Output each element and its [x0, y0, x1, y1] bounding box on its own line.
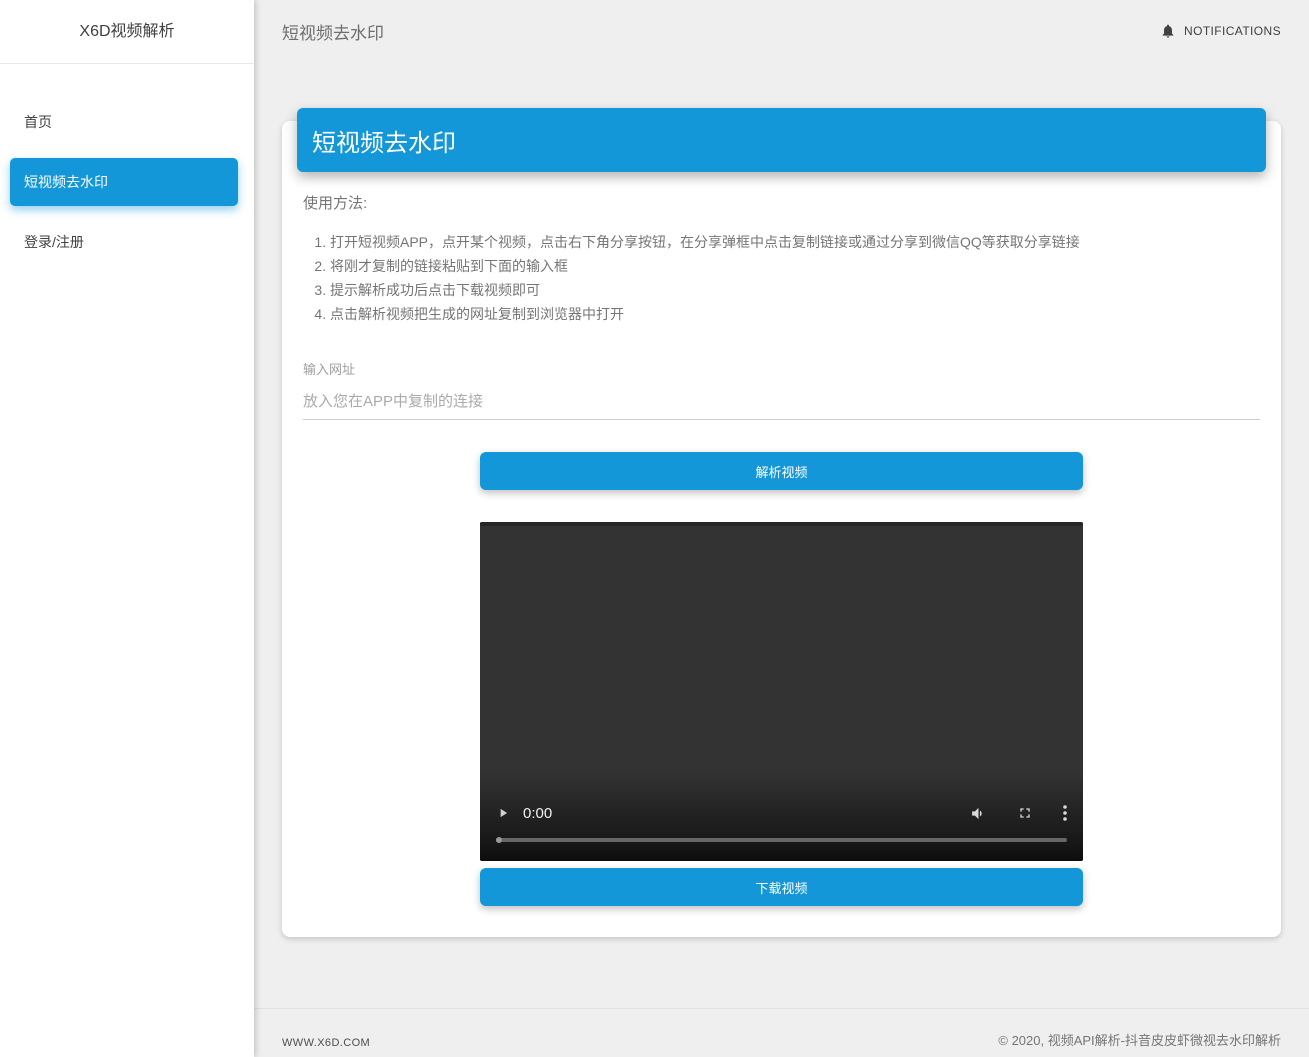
page-title: 短视频去水印	[282, 19, 384, 44]
topbar: 短视频去水印 NOTIFICATIONS	[254, 0, 1309, 62]
footer-site: WWW.X6D.COM	[282, 1037, 370, 1049]
notifications-label: NOTIFICATIONS	[1184, 24, 1281, 38]
app-root: X6D视频解析 首页 短视频去水印 登录/注册 短视频去水印 NOTIFICAT…	[0, 0, 1309, 1057]
play-icon[interactable]	[496, 806, 510, 820]
usage-steps: 打开短视频APP，点开某个视频，点击右下角分享按钮，在分享弹框中点击复制链接或通…	[303, 230, 1260, 326]
card-banner-title: 短视频去水印	[312, 123, 456, 158]
footer-copyright: © 2020, 视频API解析-抖音皮皮虾微视去水印解析	[998, 1030, 1281, 1049]
sidebar: X6D视频解析 首页 短视频去水印 登录/注册	[0, 0, 254, 1057]
sidebar-item-watermark-removal[interactable]: 短视频去水印	[10, 158, 238, 206]
video-player[interactable]: 0:00	[480, 522, 1083, 861]
url-input-label: 输入网址	[303, 359, 1260, 378]
url-input[interactable]	[303, 393, 1260, 420]
notifications-button[interactable]: NOTIFICATIONS	[1160, 23, 1281, 39]
download-video-button[interactable]: 下载视频	[480, 868, 1083, 906]
app-title: X6D视频解析	[0, 0, 254, 64]
bell-icon	[1160, 23, 1176, 39]
fullscreen-icon[interactable]	[1017, 805, 1033, 821]
usage-step-4: 点击解析视频把生成的网址复制到浏览器中打开	[330, 302, 1260, 326]
sidebar-item-home[interactable]: 首页	[10, 98, 238, 146]
watermark-removal-card: 短视频去水印 使用方法: 打开短视频APP，点开某个视频，点击右下角分享按钮，在…	[282, 121, 1281, 937]
footer: WWW.X6D.COM © 2020, 视频API解析-抖音皮皮虾微视去水印解析	[254, 1008, 1309, 1057]
sidebar-nav: 首页 短视频去水印 登录/注册	[0, 64, 254, 266]
content: 短视频去水印 使用方法: 打开短视频APP，点开某个视频，点击右下角分享按钮，在…	[254, 62, 1309, 1008]
parse-video-button[interactable]: 解析视频	[480, 452, 1083, 490]
usage-heading: 使用方法:	[303, 192, 1260, 213]
usage-step-3: 提示解析成功后点击下载视频即可	[330, 278, 1260, 302]
usage-step-1: 打开短视频APP，点开某个视频，点击右下角分享按钮，在分享弹框中点击复制链接或通…	[330, 230, 1260, 254]
action-column: 解析视频 0:00	[480, 452, 1083, 906]
main-area: 短视频去水印 NOTIFICATIONS 短视频去水印 使用方法: 打开短视频A…	[254, 0, 1309, 1057]
volume-icon[interactable]	[970, 805, 987, 822]
video-controls: 0:00	[480, 801, 1083, 825]
sidebar-item-login-register[interactable]: 登录/注册	[10, 218, 238, 266]
video-progress-bar[interactable]	[496, 838, 1067, 842]
video-time: 0:00	[523, 805, 552, 822]
usage-step-2: 将刚才复制的链接粘贴到下面的输入框	[330, 254, 1260, 278]
video-progress-thumb[interactable]	[496, 837, 502, 843]
card-banner: 短视频去水印	[297, 108, 1266, 172]
overflow-menu-icon[interactable]	[1063, 805, 1067, 821]
